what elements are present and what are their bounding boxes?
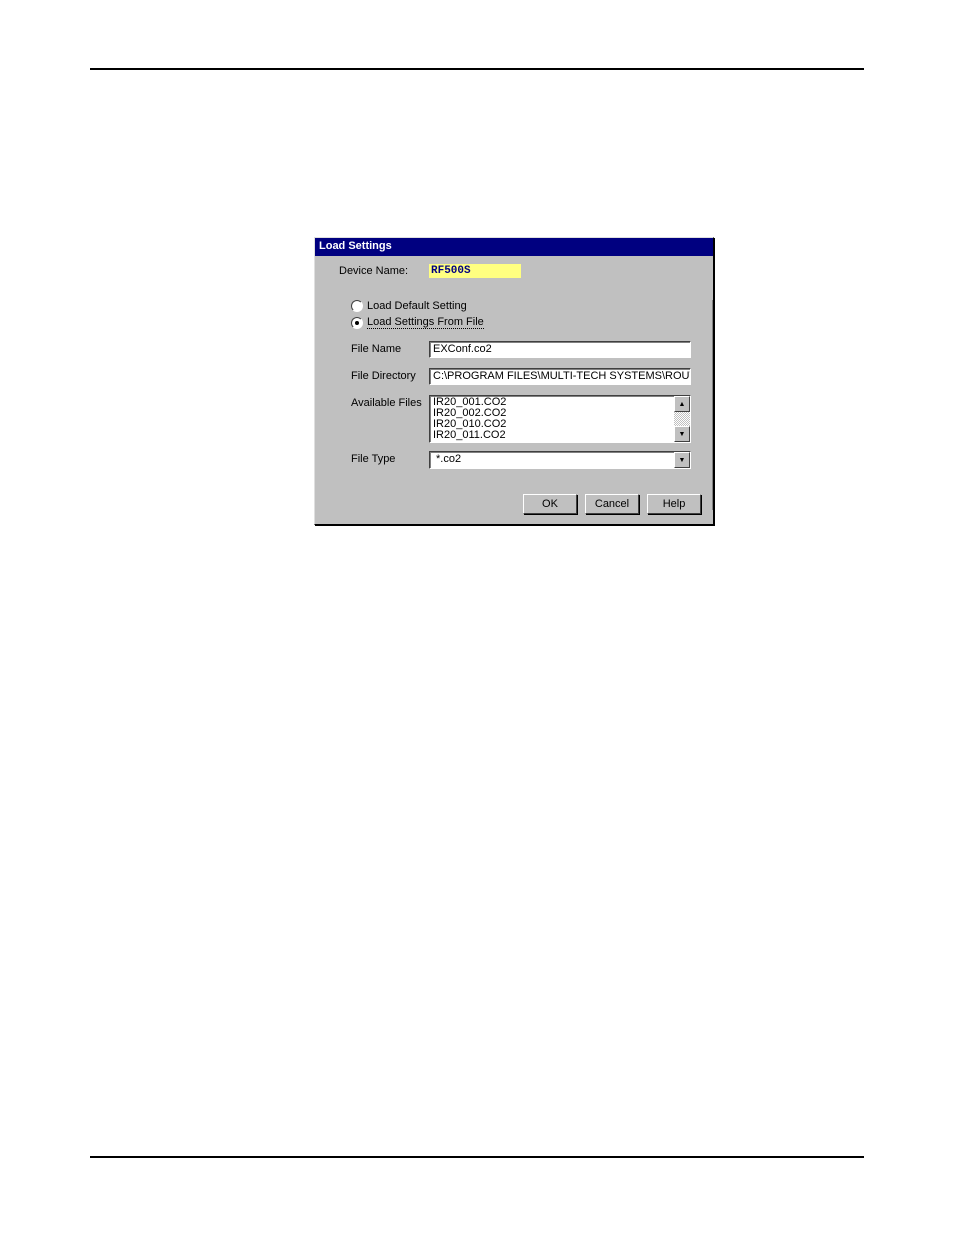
page-bottom-rule xyxy=(90,1156,864,1158)
available-files-listbox[interactable]: IR20_001.CO2 IR20_002.CO2 IR20_010.CO2 I… xyxy=(429,395,691,443)
list-item[interactable]: IR20_011.CO2 xyxy=(433,430,671,441)
radio-load-from-file-label: Load Settings From File xyxy=(367,316,484,329)
ok-button[interactable]: OK xyxy=(523,494,577,514)
listbox-content: IR20_001.CO2 IR20_002.CO2 IR20_010.CO2 I… xyxy=(430,396,674,442)
scroll-up-icon[interactable]: ▲ xyxy=(674,396,690,412)
available-files-row: Available Files IR20_001.CO2 IR20_002.CO… xyxy=(325,395,703,443)
dialog-body: Device Name: RF500S Load Default Setting… xyxy=(315,256,713,524)
radio-icon xyxy=(351,317,363,329)
load-settings-dialog: Load Settings Device Name: RF500S Load D… xyxy=(314,237,714,525)
inset-divider xyxy=(712,300,713,510)
dialog-title: Load Settings xyxy=(319,240,392,252)
file-directory-input[interactable]: C:\PROGRAM FILES\MULTI-TECH SYSTEMS\ROUT xyxy=(429,368,691,385)
radio-load-from-file[interactable]: Load Settings From File xyxy=(351,316,703,329)
radio-load-default[interactable]: Load Default Setting xyxy=(351,300,703,312)
dialog-buttons: OK Cancel Help xyxy=(523,494,701,514)
file-type-label: File Type xyxy=(325,451,429,465)
device-name-value: RF500S xyxy=(429,264,521,278)
device-name-row: Device Name: RF500S xyxy=(325,264,703,278)
file-name-input[interactable]: EXConf.co2 xyxy=(429,341,691,358)
file-type-row: File Type *.co2 ▼ xyxy=(325,451,703,469)
file-directory-label: File Directory xyxy=(325,368,429,382)
dialog-titlebar[interactable]: Load Settings xyxy=(315,238,713,256)
chevron-down-icon[interactable]: ▼ xyxy=(674,452,690,468)
available-files-label: Available Files xyxy=(325,395,429,409)
radio-group: Load Default Setting Load Settings From … xyxy=(351,300,703,329)
file-type-value: *.co2 xyxy=(430,452,674,468)
help-button[interactable]: Help xyxy=(647,494,701,514)
scroll-down-icon[interactable]: ▼ xyxy=(674,426,690,442)
radio-icon xyxy=(351,300,363,312)
file-type-combo[interactable]: *.co2 ▼ xyxy=(429,451,691,469)
listbox-scrollbar[interactable]: ▲ ▼ xyxy=(674,396,690,442)
device-name-label: Device Name: xyxy=(325,265,429,277)
page-top-rule xyxy=(90,68,864,70)
file-name-row: File Name EXConf.co2 xyxy=(325,341,703,358)
file-directory-row: File Directory C:\PROGRAM FILES\MULTI-TE… xyxy=(325,368,703,385)
cancel-button[interactable]: Cancel xyxy=(585,494,639,514)
radio-load-default-label: Load Default Setting xyxy=(367,300,467,312)
file-name-label: File Name xyxy=(325,341,429,355)
